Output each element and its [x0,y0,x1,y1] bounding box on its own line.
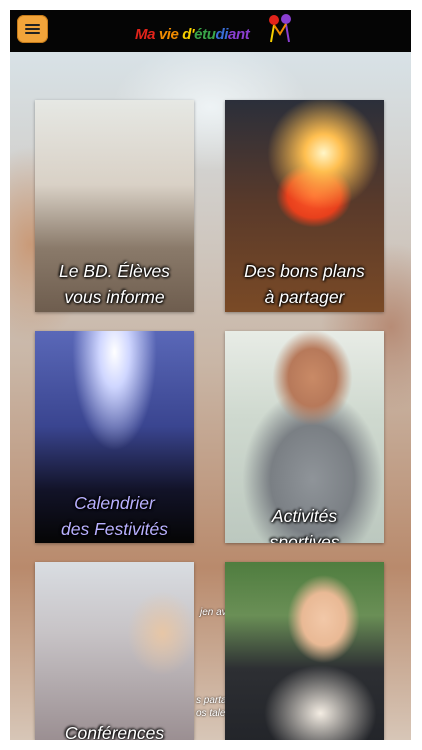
background-text: jen av [200,607,227,618]
tile-label: Des bons plans [244,261,365,281]
audience-photo [35,562,194,740]
tile-activites-sportives[interactable]: Activités sportives [225,331,384,543]
tile-label: à partager [264,287,345,307]
balloons-icon [269,14,291,43]
tile-label: Calendrier [74,493,155,513]
tile-stage[interactable] [225,562,384,740]
top-bar: Ma vie d'étudiant [10,10,411,52]
tile-bons-plans[interactable]: Des bons plans à partager [225,100,384,312]
interview-photo [225,562,384,740]
logo-part: étu [194,26,216,43]
hamburger-menu-icon[interactable] [17,15,48,43]
tile-label: Le BD. Élèves [59,261,170,281]
tile-label: Conférences [64,723,165,740]
tile-conferences[interactable]: Conférences [35,562,194,740]
tile-bd-eleves[interactable]: Le BD. Élèves vous informe [35,100,194,312]
logo-part: ant [228,26,250,43]
tile-label: vous informe [64,287,165,307]
logo-part: vie [155,26,179,43]
background-text: s parta [196,695,227,706]
app-frame: Ma vie d'étudiant jen av s parta os tale… [10,10,411,740]
app-logo[interactable]: Ma vie d'étudiant [135,26,250,48]
logo-part: Ma [135,26,156,43]
tile-calendrier[interactable]: Calendrier des Festivités [35,331,194,543]
tile-label: Activités [271,506,338,526]
tile-label: sportives [269,532,340,543]
logo-part: d' [178,26,195,43]
logo-part: di [215,26,229,43]
tile-label: des Festivités [61,519,168,539]
